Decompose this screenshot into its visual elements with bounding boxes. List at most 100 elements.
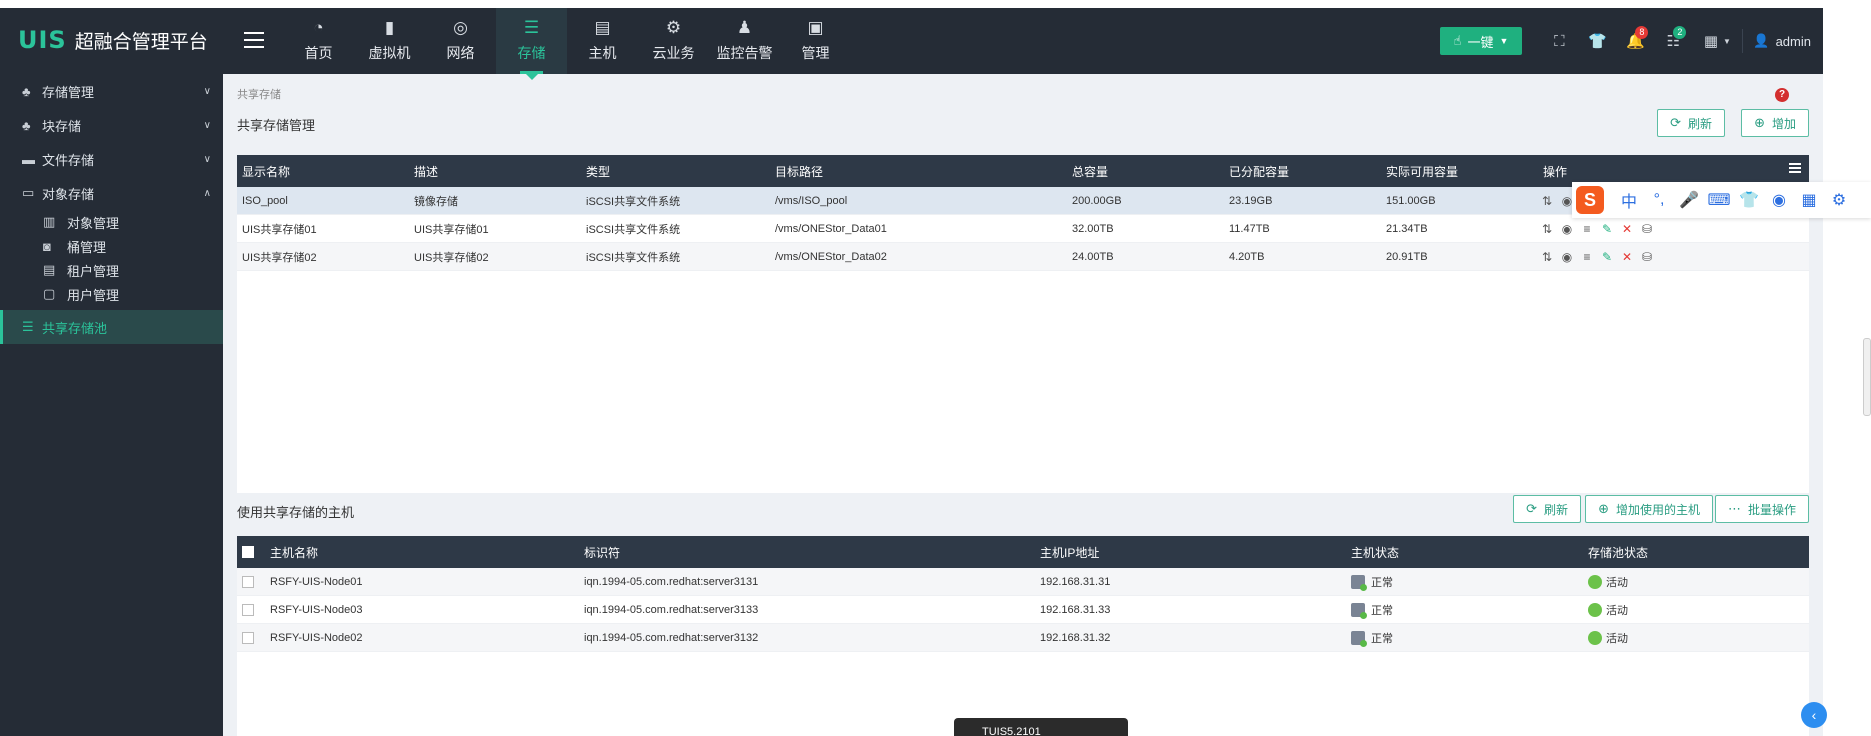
column-header[interactable]: 存储池状态 [1588, 544, 1648, 561]
storage-refresh-label: 刷新 [1687, 116, 1712, 131]
sidebar-item-object-storage[interactable]: ▭ 对象存储 ∧ [0, 176, 223, 210]
row-checkbox[interactable] [242, 604, 254, 616]
edit-icon[interactable]: ✎ [1597, 250, 1617, 264]
column-header[interactable]: 实际可用容量 [1386, 163, 1458, 180]
list-settings-icon[interactable]: ≡ [1577, 250, 1597, 264]
cell-ip: 192.168.31.31 [1040, 575, 1111, 588]
row-actions: ⇅ ◉ ≡ ✎ ✕ ⛁ [1537, 250, 1657, 264]
row-checkbox[interactable] [242, 632, 254, 644]
onekey-button[interactable]: ☝ 一键 ▼ [1439, 27, 1523, 55]
storage-add-button[interactable]: ⊕ 增加 [1741, 109, 1809, 137]
row-actions: ⇅ ◉ ≡ ✎ ✕ ⛁ [1537, 222, 1657, 236]
column-header[interactable]: 显示名称 [242, 163, 290, 180]
fullscreen-icon[interactable]: ⛶ [1540, 8, 1578, 74]
tasks-icon[interactable]: ☷ 2 [1654, 8, 1692, 74]
microphone-icon[interactable]: 🎤 [1674, 190, 1704, 210]
sidebar-item-shared-storage-pool[interactable]: ☰ 共享存储池 [0, 310, 223, 344]
nav-management[interactable]: ▣ 管理 [780, 8, 851, 74]
sidebar-item-storage-management[interactable]: ♣ 存储管理 ∨ [0, 74, 223, 108]
cell-allocated: 23.19GB [1229, 194, 1273, 207]
sidebar-subitem-object-management[interactable]: ▥ 对象管理 [0, 210, 223, 234]
nav-home[interactable]: ◔ 首页 [283, 8, 354, 74]
column-header[interactable]: 主机状态 [1351, 544, 1399, 561]
keyboard-icon[interactable]: ⌨ [1704, 190, 1734, 210]
sidebar-subitem-tenant-management[interactable]: ▤ 租户管理 [0, 258, 223, 282]
nav-cloud-service[interactable]: ⚙ 云业务 [638, 8, 709, 74]
shirt-icon[interactable]: 👕 [1578, 8, 1616, 74]
row-checkbox[interactable] [242, 576, 254, 588]
ime-mode-toggle[interactable]: 中 [1614, 188, 1644, 212]
plus-circle-icon: ⊕ [1754, 115, 1765, 130]
cell-type: iSCSI共享文件系统 [586, 223, 681, 236]
menu-toggle-icon[interactable] [244, 32, 264, 48]
database-settings-icon[interactable]: ⛁ [1637, 250, 1657, 264]
skin-icon[interactable]: 👕 [1734, 190, 1764, 210]
column-header[interactable]: 描述 [414, 163, 438, 180]
cell-available: 151.00GB [1386, 194, 1436, 207]
column-header[interactable]: 标识符 [584, 544, 620, 561]
sidebar-item-block-storage[interactable]: ♣ 块存储 ∨ [0, 108, 223, 142]
column-header[interactable]: 目标路径 [775, 163, 823, 180]
view-icon[interactable]: ◉ [1557, 222, 1577, 236]
add-host-button[interactable]: ⊕ 增加使用的主机 [1585, 495, 1713, 523]
calendar-dropdown-icon[interactable]: ▦ ▼ [1692, 8, 1742, 74]
nav-monitor-alarm[interactable]: ♟ 监控告警 [709, 8, 780, 74]
active-status-dot [1588, 602, 1602, 617]
hand-icon: ☝ [1453, 33, 1462, 48]
database-settings-icon[interactable]: ⛁ [1637, 222, 1657, 236]
gamepad-icon[interactable]: ◉ [1764, 190, 1794, 210]
hosts-refresh-button[interactable]: ⟳ 刷新 [1513, 495, 1581, 523]
view-icon[interactable]: ◉ [1557, 250, 1577, 264]
settings-icon[interactable]: ⚙ [1824, 190, 1854, 210]
cell-ip: 192.168.31.32 [1040, 631, 1111, 644]
onekey-label: 一键 [1467, 34, 1494, 50]
batch-operation-button[interactable]: ⋯ 批量操作 [1714, 495, 1809, 523]
taskbar-preview-label: TUIS5.2101 [982, 726, 1041, 736]
column-header[interactable]: 已分配容量 [1229, 163, 1289, 180]
sync-icon[interactable]: ⇅ [1537, 222, 1557, 236]
bucket-icon: ◙ [43, 238, 51, 254]
nav-vm[interactable]: ▮ 虚拟机 [354, 8, 425, 74]
cell-host-status: 正常 [1351, 574, 1393, 591]
user-name: admin [1775, 33, 1811, 49]
column-header[interactable]: 主机名称 [270, 544, 318, 561]
table-row[interactable]: UIS共享存储01 UIS共享存储01 iSCSI共享文件系统 /vms/ONE… [237, 215, 1809, 243]
nav-storage[interactable]: ☰ 存储 [496, 8, 567, 80]
sidebar-subitem-bucket-management[interactable]: ◙ 桶管理 [0, 234, 223, 258]
sogou-logo[interactable]: S [1576, 186, 1604, 214]
nav-host[interactable]: ▤ 主机 [567, 8, 638, 74]
sidebar-item-file-storage[interactable]: ▬ 文件存储 ∨ [0, 142, 223, 176]
cell-name: UIS共享存储02 [242, 251, 317, 264]
ime-punctuation-toggle[interactable]: °, [1644, 191, 1674, 209]
column-header[interactable]: 类型 [586, 163, 610, 180]
bell-icon[interactable]: 🔔 8 [1616, 8, 1654, 74]
storage-refresh-button[interactable]: ⟳ 刷新 [1657, 109, 1725, 137]
help-icon[interactable]: ? [1775, 88, 1789, 102]
sync-icon[interactable]: ⇅ [1537, 250, 1557, 264]
page-scrollbar[interactable] [1863, 338, 1871, 416]
building-icon: ▥ [43, 214, 56, 229]
top-navbar: UIS 超融合管理平台 ◔ 首页 ▮ 虚拟机 ◎ 网络 ☰ 存储 ▤ 主机 ⚙ 云业务 ♟ 监… [0, 8, 1823, 80]
table-row[interactable]: RSFY-UIS-Node01 iqn.1994-05.com.redhat:s… [237, 568, 1809, 596]
select-all-checkbox[interactable] [242, 546, 254, 558]
delete-icon[interactable]: ✕ [1617, 222, 1637, 236]
table-row[interactable]: RSFY-UIS-Node02 iqn.1994-05.com.redhat:s… [237, 624, 1809, 652]
list-settings-icon[interactable]: ≡ [1577, 222, 1597, 236]
collapse-panel-button[interactable]: ‹ [1801, 702, 1827, 728]
nav-network[interactable]: ◎ 网络 [425, 8, 496, 74]
sidebar-subitem-user-management[interactable]: ▢ 用户管理 [0, 282, 223, 306]
delete-icon[interactable]: ✕ [1617, 250, 1637, 264]
table-row[interactable]: RSFY-UIS-Node03 iqn.1994-05.com.redhat:s… [237, 596, 1809, 624]
sitemap-icon: ♣ [22, 83, 31, 99]
nav-storage-label: 存储 [517, 45, 546, 61]
table-row[interactable]: UIS共享存储02 UIS共享存储02 iSCSI共享文件系统 /vms/ONE… [237, 243, 1809, 271]
sync-icon[interactable]: ⇅ [1537, 194, 1557, 208]
column-settings-icon[interactable] [1789, 163, 1801, 175]
more-icon: ⋯ [1727, 501, 1741, 516]
column-header[interactable]: 主机IP地址 [1040, 544, 1099, 561]
taskbar-preview[interactable]: TUIS5.2101 [954, 718, 1128, 736]
edit-icon[interactable]: ✎ [1597, 222, 1617, 236]
user-menu[interactable]: 👤 admin [1742, 29, 1823, 53]
apps-grid-icon[interactable]: ▦ [1794, 190, 1824, 210]
column-header[interactable]: 总容量 [1072, 163, 1108, 180]
